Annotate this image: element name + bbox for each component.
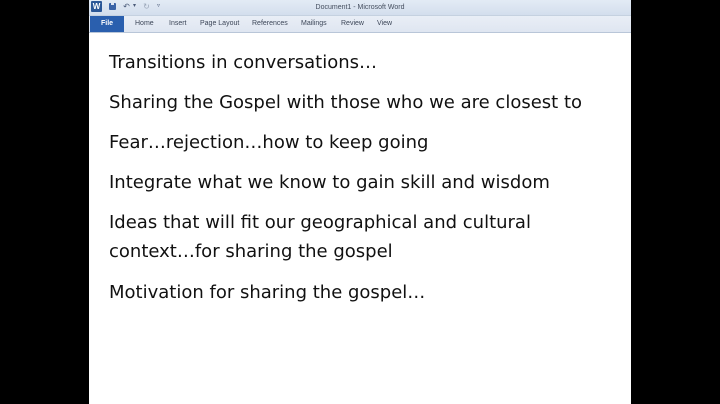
tab-mailings[interactable]: Mailings (301, 16, 327, 32)
window-title: Document1 - Microsoft Word (315, 4, 405, 11)
tab-review[interactable]: Review (341, 16, 364, 32)
paragraph-line: Motivation for sharing the gospel… (109, 282, 426, 303)
paragraph-line: Ideas that will fit our geographical and… (109, 212, 531, 233)
paragraph-sharing-gospel[interactable]: Sharing the Gospel with those who we are… (109, 88, 599, 117)
word-window: W ↶ ▾ ↻ ▿ Document1 - Microsoft Word Fil… (89, 0, 631, 404)
paragraph-transitions[interactable]: Transitions in conversations… (109, 48, 599, 77)
ribbon-tabs: File Home Insert Page Layout References … (89, 16, 631, 33)
paragraph-line: Integrate what we know to gain skill and… (109, 172, 550, 193)
tab-page-layout[interactable]: Page Layout (200, 16, 239, 32)
tab-home[interactable]: Home (135, 16, 154, 32)
title-bar: W ↶ ▾ ↻ ▿ Document1 - Microsoft Word (89, 0, 631, 16)
tab-view[interactable]: View (377, 16, 392, 32)
document-page[interactable]: Transitions in conversations… Sharing th… (89, 33, 631, 404)
paragraph-motivation[interactable]: Motivation for sharing the gospel… (109, 278, 599, 307)
paragraph-line: context…for sharing the gospel (109, 241, 393, 262)
tab-references[interactable]: References (252, 16, 288, 32)
tab-insert[interactable]: Insert (169, 16, 187, 32)
paragraph-fear-rejection[interactable]: Fear…rejection…how to keep going (109, 128, 599, 157)
paragraph-integrate[interactable]: Integrate what we know to gain skill and… (109, 168, 599, 197)
paragraph-line: Transitions in conversations… (109, 52, 377, 73)
paragraph-line: Sharing the Gospel with those who we are… (109, 92, 583, 113)
paragraph-ideas[interactable]: Ideas that will fit our geographical and… (109, 208, 599, 266)
tab-file[interactable]: File (90, 16, 124, 32)
paragraph-line: Fear…rejection…how to keep going (109, 132, 429, 153)
